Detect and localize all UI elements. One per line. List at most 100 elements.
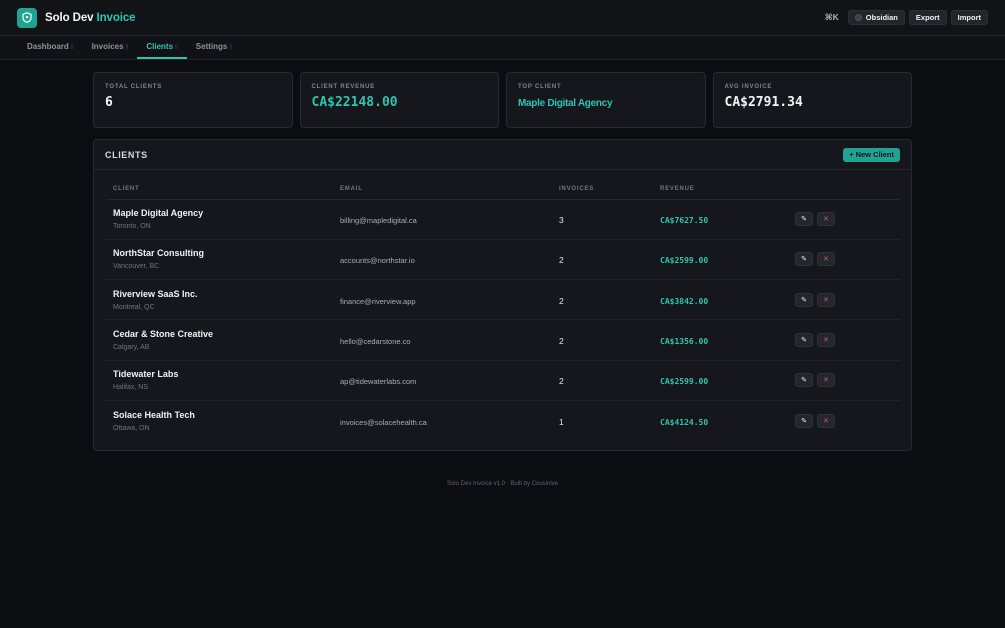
panel-title: Clients <box>105 149 148 160</box>
client-email: finance@riverview.app <box>340 296 416 306</box>
client-invoice-count: 2 <box>559 295 564 306</box>
client-name: Cedar & Stone Creative <box>113 329 214 340</box>
row-actions: ✎ ✕ <box>795 373 900 388</box>
edit-icon[interactable]: ✎ <box>795 292 813 307</box>
client-revenue: CA$1356.00 <box>660 337 709 347</box>
table-row[interactable]: NorthStar Consulting Vancouver, BC accou… <box>106 239 900 281</box>
delete-icon[interactable]: ✕ <box>817 373 835 388</box>
export-button[interactable]: Export <box>908 10 947 25</box>
client-location: Ottawa, ON <box>113 424 150 432</box>
import-button[interactable]: Import <box>950 10 988 25</box>
client-location: Halifax, NS <box>113 384 149 392</box>
new-client-button[interactable]: + New Client <box>843 147 900 162</box>
stat-value: CA$2791.34 <box>724 95 803 110</box>
stat-card-client-revenue: Client Revenue CA$22148.00 <box>299 72 499 128</box>
column-header-actions <box>788 180 900 200</box>
client-invoice-count: 2 <box>559 376 564 387</box>
client-name: Solace Health Tech <box>113 409 195 420</box>
client-name: Tidewater Labs <box>113 369 179 380</box>
table-header-row: Client Email Invoices Revenue <box>106 180 900 200</box>
row-actions: ✎ ✕ <box>795 333 900 348</box>
main-nav: Dashboard ▯ Invoices ▯ Clients ▯ Setting… <box>0 36 1005 60</box>
row-actions: ✎ ✕ <box>795 292 900 307</box>
client-cell: Tidewater Labs Halifax, NS <box>106 360 333 401</box>
client-email: hello@cedarstone.co <box>340 337 411 347</box>
edit-icon[interactable]: ✎ <box>795 413 813 428</box>
row-actions: ✎ ✕ <box>795 212 900 227</box>
column-header-invoices[interactable]: Invoices <box>552 180 653 200</box>
clients-panel: Clients + New Client Client Email Invoic… <box>93 139 912 451</box>
app-name-accent: Invoice <box>96 11 136 24</box>
tab-glyph-icon: ▯ <box>70 43 74 50</box>
stat-value: Maple Digital Agency <box>518 98 613 109</box>
shield-icon <box>17 7 37 28</box>
client-revenue: CA$3842.00 <box>660 296 709 306</box>
theme-button[interactable]: Obsidian <box>847 10 905 25</box>
client-revenue: CA$2599.00 <box>660 377 709 387</box>
tab-clients[interactable]: Clients ▯ <box>137 36 187 59</box>
table-row[interactable]: Solace Health Tech Ottawa, ON invoices@s… <box>106 400 900 440</box>
client-revenue: CA$7627.50 <box>660 216 709 226</box>
footer: Solo Dev Invoice v1.0 · Built by Cousini… <box>446 481 559 487</box>
client-invoice-count: 2 <box>559 255 564 266</box>
client-invoice-count: 1 <box>559 416 564 427</box>
clients-table: Client Email Invoices Revenue Maple Digi… <box>106 180 900 441</box>
table-row[interactable]: Riverview SaaS Inc. Montreal, QC finance… <box>106 279 900 321</box>
stat-label: Total Clients <box>105 84 163 90</box>
stat-label: Avg Invoice <box>724 84 773 90</box>
client-cell: Cedar & Stone Creative Calgary, AB <box>106 319 333 361</box>
stat-card-total-clients: Total Clients 6 <box>93 72 293 128</box>
tab-invoices[interactable]: Invoices ▯ <box>83 36 138 59</box>
table-row[interactable]: Maple Digital Agency Toronto, ON billing… <box>106 199 900 240</box>
tab-label: Invoices <box>91 42 124 51</box>
clients-panel-header: Clients + New Client <box>94 140 911 170</box>
command-palette-shortcut[interactable]: ⌘K <box>825 12 839 23</box>
app-title: Solo Dev Invoice <box>45 11 136 24</box>
delete-icon[interactable]: ✕ <box>817 252 835 267</box>
table-row[interactable]: Tidewater Labs Halifax, NS ap@tidewaterl… <box>106 360 900 401</box>
stat-card-avg-invoice: Avg Invoice CA$2791.34 <box>712 72 912 128</box>
stat-label: Top Client <box>518 84 562 90</box>
delete-icon[interactable]: ✕ <box>817 333 835 348</box>
top-bar: Solo Dev Invoice ⌘K Obsidian Export Impo… <box>0 0 1005 36</box>
client-cell: NorthStar Consulting Vancouver, BC <box>106 239 333 281</box>
client-revenue: CA$4124.50 <box>660 417 709 427</box>
stat-label: Client Revenue <box>311 84 376 90</box>
client-name: Riverview SaaS Inc. <box>113 288 198 299</box>
client-location: Montreal, QC <box>113 303 155 311</box>
edit-icon[interactable]: ✎ <box>795 373 813 388</box>
client-email: ap@tidewaterlabs.com <box>340 377 417 387</box>
stat-value: CA$22148.00 <box>311 95 398 110</box>
table-row[interactable]: Cedar & Stone Creative Calgary, AB hello… <box>106 319 900 361</box>
edit-icon[interactable]: ✎ <box>795 212 813 227</box>
client-invoice-count: 3 <box>559 215 564 226</box>
theme-dot-icon <box>854 14 862 21</box>
column-header-client[interactable]: Client <box>106 180 333 200</box>
tab-glyph-icon: ▯ <box>125 43 129 50</box>
tab-dashboard[interactable]: Dashboard ▯ <box>18 36 83 59</box>
column-header-revenue[interactable]: Revenue <box>653 180 788 200</box>
delete-icon[interactable]: ✕ <box>817 413 835 428</box>
column-header-email[interactable]: Email <box>333 180 552 200</box>
stats-row: Total Clients 6 Client Revenue CA$22148.… <box>93 72 912 128</box>
edit-icon[interactable]: ✎ <box>795 252 813 267</box>
client-email: accounts@northstar.io <box>340 256 415 266</box>
tab-glyph-icon: ▯ <box>229 43 233 50</box>
tab-settings[interactable]: Settings ▯ <box>187 36 241 59</box>
delete-icon[interactable]: ✕ <box>817 292 835 307</box>
delete-icon[interactable]: ✕ <box>817 212 835 227</box>
brand[interactable]: Solo Dev Invoice <box>17 7 136 28</box>
client-email: invoices@solacehealth.ca <box>340 417 427 427</box>
client-revenue: CA$2599.00 <box>660 256 709 266</box>
client-invoice-count: 2 <box>559 336 564 347</box>
edit-icon[interactable]: ✎ <box>795 333 813 348</box>
stat-value: 6 <box>105 95 113 110</box>
client-location: Calgary, AB <box>113 344 150 352</box>
tab-label: Dashboard <box>27 42 69 51</box>
row-actions: ✎ ✕ <box>795 413 900 428</box>
client-email: billing@mapledigital.ca <box>340 216 417 226</box>
row-actions: ✎ ✕ <box>795 252 900 267</box>
tab-glyph-icon: ▯ <box>175 43 178 50</box>
client-cell: Riverview SaaS Inc. Montreal, QC <box>106 279 333 321</box>
client-name: NorthStar Consulting <box>113 248 204 259</box>
